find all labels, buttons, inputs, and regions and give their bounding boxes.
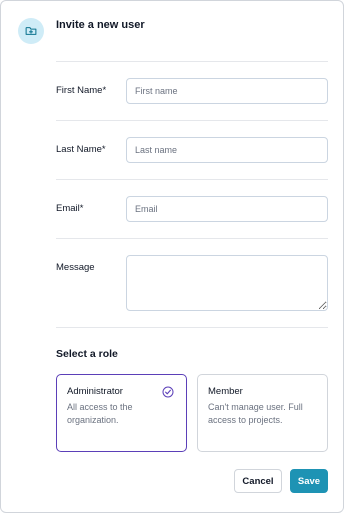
divider bbox=[56, 179, 328, 180]
first-name-label: First Name* bbox=[56, 85, 107, 96]
role-card-member[interactable]: Member Can't manage user. Full access to… bbox=[197, 374, 328, 452]
role-card-administrator[interactable]: Administrator All access to the organiza… bbox=[56, 374, 187, 452]
select-role-heading: Select a role bbox=[56, 348, 118, 360]
dialog-title: Invite a new user bbox=[56, 19, 145, 31]
divider bbox=[56, 238, 328, 239]
check-circle-icon bbox=[162, 386, 174, 398]
role-name: Administrator bbox=[67, 386, 123, 397]
save-button[interactable]: Save bbox=[290, 469, 328, 493]
divider bbox=[56, 120, 328, 121]
folder-plus-icon bbox=[18, 18, 44, 44]
message-textarea[interactable] bbox=[126, 255, 328, 311]
role-description: Can't manage user. Full access to projec… bbox=[208, 402, 303, 425]
message-label: Message bbox=[56, 262, 95, 273]
email-label: Email* bbox=[56, 203, 84, 214]
invite-user-dialog: Invite a new user First Name* Last Name*… bbox=[0, 0, 344, 513]
email-input[interactable] bbox=[126, 196, 328, 222]
divider bbox=[56, 327, 328, 328]
last-name-label: Last Name* bbox=[56, 144, 106, 155]
role-description: All access to the organization. bbox=[67, 402, 133, 425]
last-name-input[interactable] bbox=[126, 137, 328, 163]
divider bbox=[56, 61, 328, 62]
first-name-input[interactable] bbox=[126, 78, 328, 104]
role-name: Member bbox=[208, 386, 243, 397]
cancel-button[interactable]: Cancel bbox=[234, 469, 282, 493]
